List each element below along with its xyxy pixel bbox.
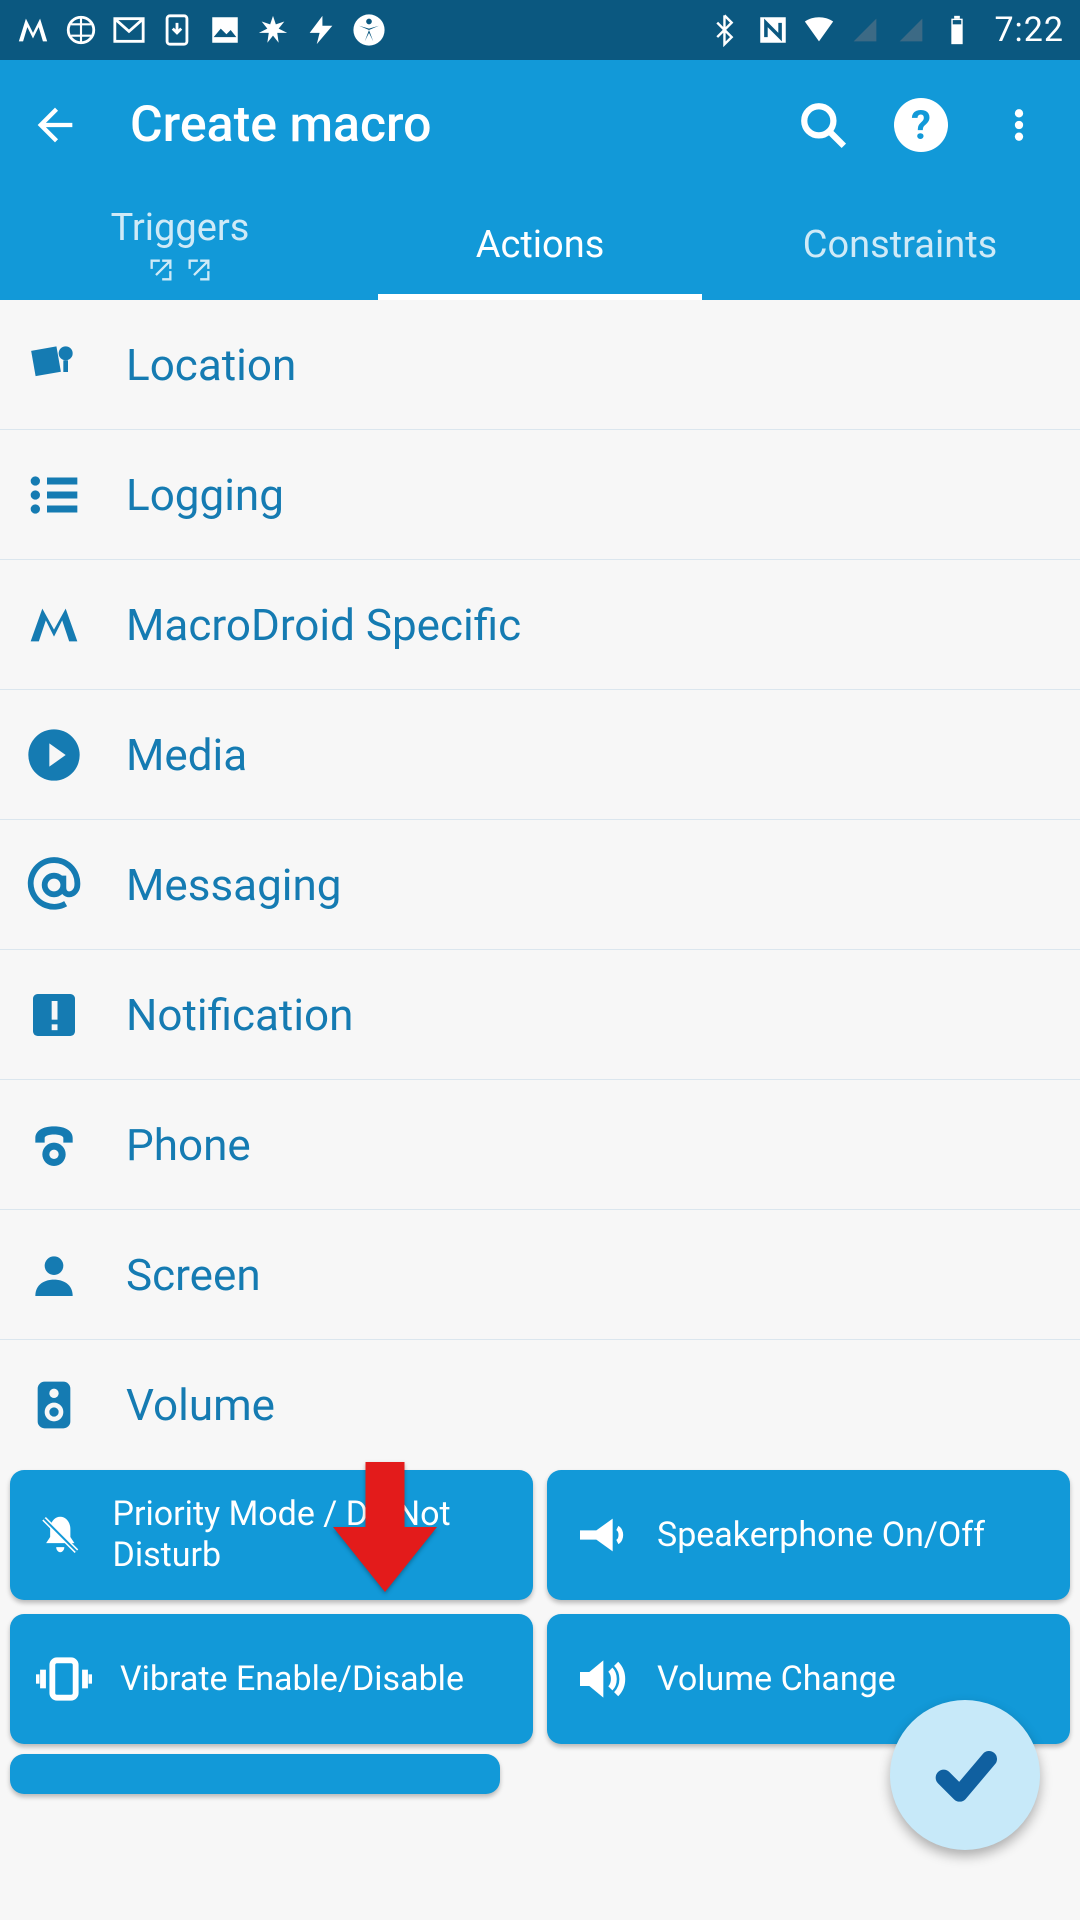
phone-icon <box>26 1117 82 1173</box>
list-item-phone[interactable]: Phone <box>0 1080 1080 1210</box>
at-icon <box>26 857 82 913</box>
tab-label: Constraints <box>803 223 998 267</box>
sound-icon <box>573 1651 629 1707</box>
bluetooth-icon <box>710 13 744 47</box>
item-label: Messaging <box>126 859 342 911</box>
bell-off-icon <box>36 1507 85 1563</box>
play-icon <box>26 727 82 783</box>
tab-actions[interactable]: Actions <box>360 190 720 300</box>
sim2-icon <box>894 13 928 47</box>
list-item-macrodroid[interactable]: MacroDroid Specific <box>0 560 1080 690</box>
item-label: MacroDroid Specific <box>126 599 521 651</box>
open-external-icon <box>185 256 213 284</box>
megaphone-icon <box>573 1507 629 1563</box>
back-button[interactable] <box>20 90 90 160</box>
item-label: Media <box>126 729 247 781</box>
item-label: Screen <box>126 1249 261 1301</box>
volume-sub-actions: Priority Mode / Do Not Disturb Speakerph… <box>0 1470 1080 1754</box>
list-item-media[interactable]: Media <box>0 690 1080 820</box>
open-external-icon <box>147 256 175 284</box>
sub-speakerphone[interactable]: Speakerphone On/Off <box>547 1470 1070 1600</box>
list-item-screen[interactable]: Screen <box>0 1210 1080 1340</box>
confirm-fab[interactable] <box>890 1700 1040 1850</box>
status-clock: 7:22 <box>994 10 1064 50</box>
item-label: Phone <box>126 1119 251 1171</box>
tab-label: Actions <box>476 223 605 267</box>
annotation-arrow <box>330 1462 440 1596</box>
list-item-messaging[interactable]: Messaging <box>0 820 1080 950</box>
brain-icon <box>64 13 98 47</box>
sub-vibrate[interactable]: Vibrate Enable/Disable <box>10 1614 533 1744</box>
nfc-icon <box>756 13 790 47</box>
sub-priority-mode[interactable]: Priority Mode / Do Not Disturb <box>10 1470 533 1600</box>
person-icon <box>26 1247 82 1303</box>
sim1-icon <box>848 13 882 47</box>
category-list[interactable]: Location Logging MacroDroid Specific Med… <box>0 300 1080 1794</box>
item-label: Volume <box>126 1379 275 1431</box>
item-label: Notification <box>126 989 353 1041</box>
battery-icon <box>940 13 974 47</box>
wifi-icon <box>802 13 836 47</box>
alert-icon <box>26 987 82 1043</box>
location-icon <box>26 337 82 393</box>
speaker-icon <box>26 1377 82 1433</box>
item-label: Logging <box>126 469 284 521</box>
list-item-volume[interactable]: Volume <box>0 1340 1080 1470</box>
gmail-icon <box>112 13 146 47</box>
page-title: Create macro <box>130 96 794 154</box>
list-item-logging[interactable]: Logging <box>0 430 1080 560</box>
tab-triggers[interactable]: Triggers <box>0 190 360 300</box>
sub-partial-row[interactable] <box>10 1754 500 1794</box>
sub-label: Vibrate Enable/Disable <box>120 1659 464 1700</box>
vibrate-icon <box>36 1651 92 1707</box>
list-icon <box>26 467 82 523</box>
list-item-location[interactable]: Location <box>0 300 1080 430</box>
list-item-notification[interactable]: Notification <box>0 950 1080 1080</box>
tab-label: Triggers <box>111 206 250 250</box>
help-button[interactable]: ? <box>892 96 950 154</box>
status-bar: 7:22 <box>0 0 1080 60</box>
tab-constraints[interactable]: Constraints <box>720 190 1080 300</box>
sub-label: Speakerphone On/Off <box>657 1515 985 1556</box>
photo-icon <box>208 13 242 47</box>
download-icon <box>160 13 194 47</box>
overflow-menu-button[interactable] <box>990 96 1048 154</box>
sub-label: Volume Change <box>657 1659 896 1700</box>
accessibility-icon <box>352 13 386 47</box>
search-button[interactable] <box>794 96 852 154</box>
tab-bar: Triggers Actions Constraints <box>0 190 1080 300</box>
m-logo-icon <box>26 597 82 653</box>
item-label: Location <box>126 339 296 391</box>
app-m-icon <box>16 13 50 47</box>
leaf-icon <box>256 13 290 47</box>
bolt-icon <box>304 13 338 47</box>
app-header: Create macro ? Triggers <box>0 60 1080 300</box>
sub-label: Priority Mode / Do Not Disturb <box>113 1494 507 1576</box>
